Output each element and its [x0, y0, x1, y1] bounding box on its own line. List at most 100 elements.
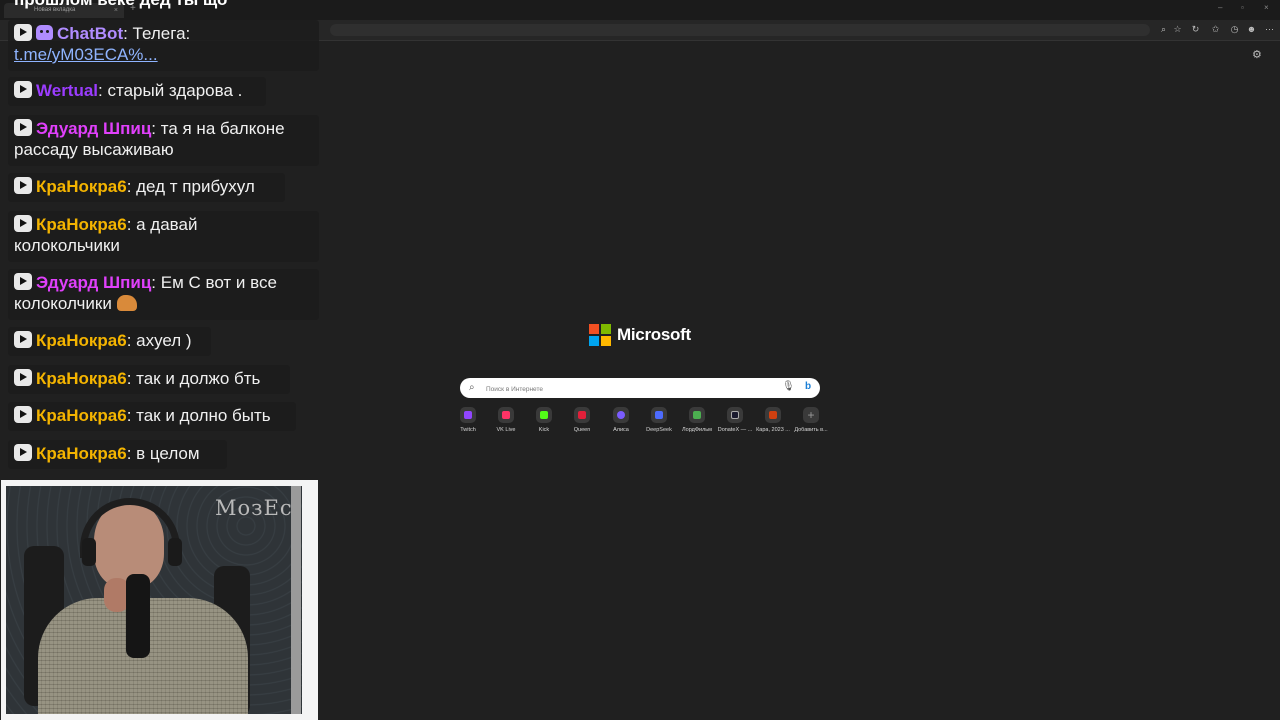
- chat-message: КраНокра6: так и долно быть: [8, 402, 296, 431]
- play-icon: [14, 331, 32, 348]
- shortcut-label: Kick: [538, 427, 550, 433]
- play-icon: [14, 369, 32, 386]
- chat-username: КраНокра6: [36, 331, 127, 350]
- chat-text: : та я на балконе: [151, 119, 285, 138]
- play-icon: [14, 215, 32, 232]
- chat-text-line2: рассаду высаживаю: [14, 140, 174, 159]
- shortcut-alice[interactable]: Алиса: [602, 407, 640, 433]
- play-icon: [14, 119, 32, 136]
- chat-username: КраНокра6: [36, 444, 127, 463]
- chat-text: : в целом: [126, 444, 200, 463]
- play-icon: [14, 177, 32, 194]
- youtube-icon: [574, 407, 590, 423]
- chat-username: Wertual: [36, 81, 99, 100]
- chat-username: Эдуард Шпиц: [36, 273, 152, 292]
- play-icon: [14, 24, 32, 41]
- chat-message-cut-off: прошлом веке дед ты що: [14, 0, 227, 10]
- chat-username: КраНокра6: [36, 215, 127, 234]
- shortcut-label: DeepSeek: [646, 427, 672, 433]
- chat-text: : дед т прибухул: [126, 177, 255, 196]
- chat-text: : Телега:: [123, 24, 191, 43]
- quick-links: Twitch VK Live Kick Queen Алиса DeepSeek…: [455, 407, 835, 437]
- chat-message: КраНокра6: в целом: [8, 440, 227, 469]
- microsoft-logo-icon: [589, 324, 611, 346]
- chat-message: КраНокра6: так и должо бть: [8, 365, 290, 394]
- chat-message: КраНокра6: дед т прибухул: [8, 173, 285, 202]
- chat-text: : так и долно быть: [126, 406, 271, 425]
- shortcut-add[interactable]: + Добавить в...: [792, 407, 830, 433]
- chat-message: КраНокра6: ахуел ): [8, 327, 211, 356]
- play-icon: [14, 406, 32, 423]
- play-icon: [14, 273, 32, 290]
- streamer-name: МозЕс: [215, 496, 293, 520]
- shortcut-kick[interactable]: Kick: [525, 407, 563, 433]
- chat-username: КраНокра6: [36, 369, 127, 388]
- minimize-button[interactable]: –: [1218, 3, 1222, 12]
- chat-username: КраНокра6: [36, 177, 127, 196]
- chat-text: : старый здарова .: [98, 81, 243, 100]
- shortcut-deepseek[interactable]: DeepSeek: [640, 407, 678, 433]
- chat-username: Эдуард Шпиц: [36, 119, 152, 138]
- play-icon: [14, 81, 32, 98]
- chat-message: Эдуард Шпиц: та я на балконе рассаду выс…: [8, 115, 319, 166]
- address-bar[interactable]: [330, 24, 1150, 36]
- chat-text-line2: колокольчики: [14, 236, 120, 255]
- shortcut-label: ЛордФильм: [682, 427, 712, 433]
- brand-name: Microsoft: [617, 325, 691, 344]
- chat-username: ChatBot: [57, 24, 124, 43]
- chat-username: КраНокра6: [36, 406, 127, 425]
- close-window-button[interactable]: ×: [1264, 3, 1269, 12]
- lordfilm-icon: [689, 407, 705, 423]
- add-shortcut-plus-icon: +: [803, 407, 819, 423]
- chat-message: ChatBot: Телега: t.me/yM03ECA%...: [8, 20, 319, 71]
- web-search-box[interactable]: ⌕ 🎙 b: [460, 378, 820, 398]
- shortcut-kara[interactable]: Кара, 2023 ...: [754, 407, 792, 433]
- more-menu-icon[interactable]: ⋯: [1263, 23, 1276, 36]
- shortcut-vk-live[interactable]: VK Live: [487, 407, 525, 433]
- vk-live-icon: [498, 407, 514, 423]
- chat-text: : а давай: [126, 215, 198, 234]
- shortcut-donatex[interactable]: DonateX — ...: [716, 407, 754, 433]
- bot-icon: [36, 25, 53, 40]
- shortcut-label: Queen: [573, 427, 591, 433]
- bing-icon[interactable]: b: [805, 381, 811, 392]
- profile-avatar-icon[interactable]: ☻: [1245, 23, 1258, 36]
- logo-square-green: [601, 324, 611, 334]
- play-icon: [14, 444, 32, 461]
- shortcut-label: DonateX — ...: [717, 427, 753, 433]
- logo-square-blue: [589, 336, 599, 346]
- history-icon[interactable]: ◷: [1228, 23, 1241, 36]
- webcam-overlay: МозЕс: [1, 480, 318, 720]
- chat-message: Wertual: старый здарова .: [8, 77, 266, 106]
- deepseek-icon: [651, 407, 667, 423]
- chat-message: КраНокра6: а давай колокольчики: [8, 211, 319, 262]
- microphone: [126, 574, 150, 658]
- microphone-icon[interactable]: 🎙: [782, 381, 795, 392]
- chat-text: : так и должо бть: [126, 369, 261, 388]
- shortcut-twitch[interactable]: Twitch: [449, 407, 487, 433]
- favorites-icon[interactable]: ✩: [1209, 23, 1222, 36]
- webcam-video: МозЕс: [6, 486, 302, 714]
- chat-message: Эдуард Шпиц: Ем С вот и все колоколчики: [8, 269, 319, 320]
- page-settings-gear-icon[interactable]: ⚙: [1252, 48, 1262, 61]
- chat-link[interactable]: t.me/yM03ECA%...: [14, 45, 158, 64]
- search-input[interactable]: [484, 381, 778, 397]
- shortcut-label: Алиса: [613, 427, 629, 433]
- maximize-button[interactable]: ▫: [1241, 3, 1244, 12]
- alice-icon: [613, 407, 629, 423]
- chat-text: : Ем С вот и все: [151, 273, 277, 292]
- shortcut-lordfilm[interactable]: ЛордФильм: [678, 407, 716, 433]
- shortcut-label: Добавить в...: [794, 427, 828, 433]
- donatex-icon: [727, 407, 743, 423]
- favorite-star-icon[interactable]: ☆: [1171, 23, 1184, 36]
- shortcut-label: Twitch: [460, 427, 476, 433]
- zoom-icon[interactable]: ⌕: [1157, 23, 1170, 36]
- search-icon: ⌕: [469, 382, 475, 393]
- refresh-icon[interactable]: ↻: [1189, 23, 1202, 36]
- webcam-frame-edge: [291, 486, 301, 714]
- kara-icon: [765, 407, 781, 423]
- shortcut-label: Кара, 2023 ...: [756, 427, 790, 433]
- cat-emote-icon: [116, 295, 137, 311]
- logo-square-red: [589, 324, 599, 334]
- shortcut-queen[interactable]: Queen: [563, 407, 601, 433]
